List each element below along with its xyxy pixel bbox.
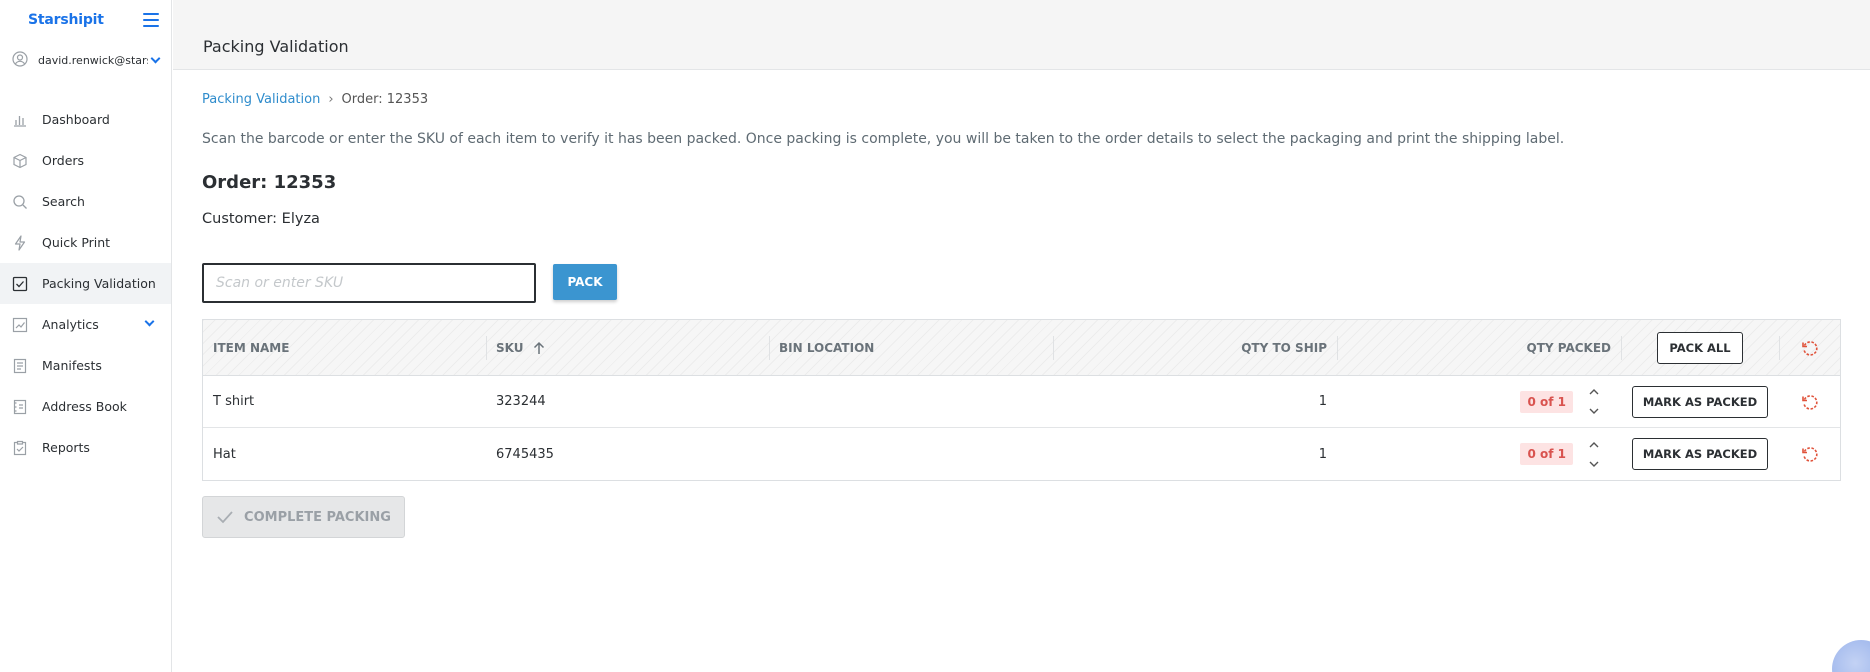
decrement-arrow-icon[interactable] — [1587, 406, 1601, 418]
sidebar-item-dashboard[interactable]: Dashboard — [0, 99, 171, 140]
mark-as-packed-button[interactable]: MARK AS PACKED — [1631, 385, 1769, 418]
sidebar-item-label: Orders — [42, 153, 85, 168]
table-header: ITEM NAME SKU BIN LOCATION QTY TO SHIP Q… — [203, 320, 1840, 376]
bin-location-cell — [769, 376, 1053, 427]
sidebar-item-label: Analytics — [42, 317, 99, 332]
item-name-cell: Hat — [213, 446, 236, 462]
action-cell: MARK AS PACKED — [1621, 428, 1779, 480]
sidebar-item-label: Address Book — [42, 399, 127, 414]
sidebar-item-label: Search — [42, 194, 85, 209]
table-row: T shirt 323244 1 0 of 1 MARK AS PACKED — [203, 376, 1840, 428]
starshipit-logo[interactable]: Starshipit — [28, 12, 104, 28]
increment-arrow-icon[interactable] — [1587, 386, 1601, 398]
bar-chart-icon — [12, 112, 28, 128]
page-header: Packing Validation — [173, 0, 1870, 70]
qty-packed-cell: 0 of 1 — [1337, 376, 1621, 427]
address-book-icon — [12, 399, 28, 415]
sidebar: Starshipit david.renwick@starshipit.com … — [0, 0, 172, 672]
sku-cell: 6745435 — [496, 446, 554, 462]
order-title: Order: 12353 — [202, 172, 337, 193]
reset-all-icon[interactable] — [1800, 338, 1820, 358]
manifest-icon — [12, 358, 28, 374]
breadcrumb-current: Order: 12353 — [341, 92, 429, 107]
reset-row-icon[interactable] — [1800, 392, 1820, 412]
column-header-sku[interactable]: SKU — [486, 320, 769, 375]
column-header-reset — [1779, 320, 1840, 375]
packing-table: ITEM NAME SKU BIN LOCATION QTY TO SHIP Q… — [202, 319, 1841, 481]
increment-arrow-icon[interactable] — [1587, 438, 1601, 450]
sidebar-item-manifests[interactable]: Manifests — [0, 345, 171, 386]
user-avatar-icon — [12, 50, 28, 70]
column-header-bin-location[interactable]: BIN LOCATION — [769, 320, 1053, 375]
column-label: QTY PACKED — [1526, 340, 1612, 355]
hamburger-menu-icon[interactable] — [143, 13, 159, 27]
sidebar-item-label: Packing Validation — [42, 276, 156, 291]
sidebar-item-label: Quick Print — [42, 235, 111, 250]
user-account-dropdown[interactable]: david.renwick@starshipit.com — [0, 40, 171, 80]
sidebar-item-search[interactable]: Search — [0, 181, 171, 222]
user-email: david.renwick@starshipit.com — [38, 53, 148, 67]
column-label: BIN LOCATION — [779, 340, 875, 355]
logo-row: Starshipit — [0, 0, 171, 40]
sidebar-nav: Dashboard Orders Search Quick Print Pack… — [0, 99, 171, 468]
complete-packing-label: COMPLETE PACKING — [244, 509, 391, 525]
sidebar-item-reports[interactable]: Reports — [0, 427, 171, 468]
complete-packing-button[interactable]: COMPLETE PACKING — [202, 496, 405, 538]
qty-to-ship-cell: 1 — [1318, 394, 1327, 409]
mark-as-packed-button[interactable]: MARK AS PACKED — [1631, 438, 1769, 470]
decrement-arrow-icon[interactable] — [1587, 458, 1601, 470]
column-label: QTY TO SHIP — [1241, 340, 1327, 355]
sidebar-item-orders[interactable]: Orders — [0, 140, 171, 181]
sidebar-item-packing-validation[interactable]: Packing Validation — [0, 263, 171, 304]
reset-row-icon[interactable] — [1800, 444, 1820, 464]
qty-packed-badge: 0 of 1 — [1520, 390, 1573, 413]
qty-packed-badge: 0 of 1 — [1520, 443, 1573, 465]
bin-location-cell — [769, 428, 1053, 480]
column-header-qty-to-ship[interactable]: QTY TO SHIP — [1053, 320, 1337, 375]
pack-all-button[interactable]: PACK ALL — [1657, 331, 1743, 364]
item-name-cell: T shirt — [213, 394, 255, 409]
sidebar-item-label: Dashboard — [42, 112, 110, 127]
analytics-icon — [12, 317, 28, 333]
qty-to-ship-cell: 1 — [1318, 446, 1327, 462]
sidebar-item-analytics[interactable]: Analytics — [0, 304, 171, 345]
breadcrumb-link-packing-validation[interactable]: Packing Validation — [202, 92, 320, 107]
pack-button[interactable]: PACK — [553, 264, 617, 300]
breadcrumb: Packing Validation › Order: 12353 — [202, 92, 428, 107]
page-title: Packing Validation — [203, 37, 349, 56]
column-header-item-name[interactable]: ITEM NAME — [203, 320, 486, 375]
sidebar-item-label: Manifests — [42, 358, 102, 373]
qty-stepper — [1587, 438, 1601, 470]
sort-ascending-icon[interactable] — [533, 341, 545, 355]
chevron-down-icon — [150, 53, 161, 63]
breadcrumb-separator: › — [328, 92, 334, 107]
table-row: Hat 6745435 1 0 of 1 MARK AS PACKED — [203, 428, 1840, 480]
checkbox-icon — [12, 276, 28, 292]
qty-stepper — [1587, 386, 1601, 418]
sku-scan-input[interactable] — [202, 263, 536, 303]
instructions-text: Scan the barcode or enter the SKU of eac… — [202, 131, 1565, 147]
column-header-qty-packed[interactable]: QTY PACKED — [1337, 320, 1621, 375]
sidebar-item-quick-print[interactable]: Quick Print — [0, 222, 171, 263]
reset-cell — [1779, 376, 1840, 427]
column-header-action: PACK ALL — [1621, 320, 1779, 375]
checkmark-icon — [216, 510, 234, 524]
report-icon — [12, 440, 28, 456]
action-cell: MARK AS PACKED — [1621, 376, 1779, 427]
box-icon — [12, 153, 28, 169]
chevron-down-icon — [144, 316, 155, 327]
column-label: ITEM NAME — [213, 340, 290, 355]
qty-packed-cell: 0 of 1 — [1337, 428, 1621, 480]
main-content: Packing Validation › Order: 12353 Scan t… — [173, 71, 1870, 672]
customer-name: Customer: Elyza — [202, 211, 320, 227]
search-icon — [12, 194, 28, 210]
sidebar-item-address-book[interactable]: Address Book — [0, 386, 171, 427]
sidebar-item-label: Reports — [42, 440, 90, 455]
lightning-icon — [12, 234, 28, 251]
column-label: SKU — [496, 340, 524, 355]
sku-cell: 323244 — [496, 394, 546, 409]
reset-cell — [1779, 428, 1840, 480]
